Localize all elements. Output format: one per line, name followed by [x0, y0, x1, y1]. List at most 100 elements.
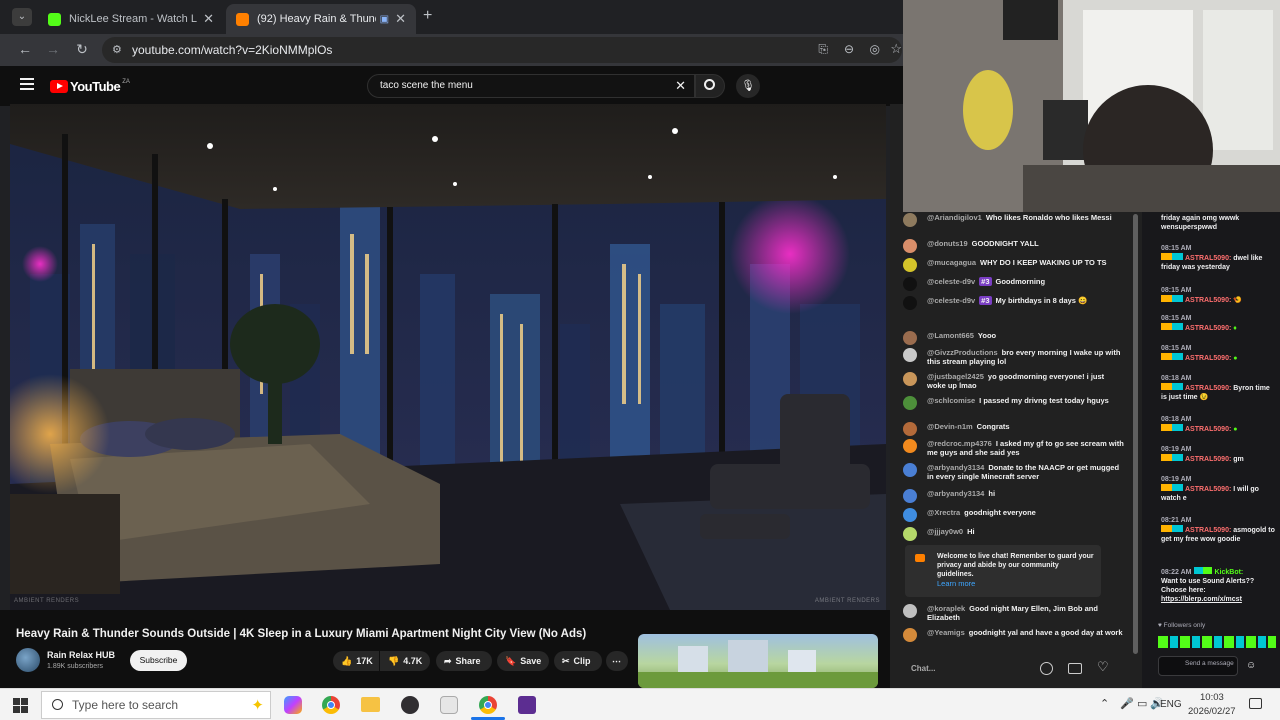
badge-icons	[1161, 484, 1183, 491]
copilot-icon[interactable]	[284, 696, 302, 714]
youtube-favicon-icon	[236, 12, 249, 26]
watermark-left: AMBIENT RENDERS	[14, 598, 80, 604]
search-input[interactable]: taco scene the menu ✕	[367, 74, 695, 98]
clock-time[interactable]: 10:03	[1200, 692, 1224, 703]
chat-message: @schlcomise I passed my drivng test today…	[903, 396, 1125, 410]
chat-scrollbar[interactable]	[1133, 214, 1138, 654]
avatar	[903, 258, 917, 272]
windows-start-icon[interactable]	[13, 698, 28, 713]
avatar	[903, 422, 917, 436]
avatar	[903, 372, 917, 386]
visual-studio-icon[interactable]	[518, 696, 536, 714]
notifications-icon[interactable]	[1249, 698, 1262, 709]
site-info-icon[interactable]: ⚙	[112, 43, 122, 56]
forward-icon[interactable]: →	[44, 41, 62, 57]
install-icon[interactable]: ⎘	[818, 42, 828, 57]
browser-tab-youtube[interactable]: (92) Heavy Rain & Thunder ▣ ✕	[226, 4, 416, 34]
video-player[interactable]: AMBIENT RENDERS AMBIENT RENDERS	[10, 104, 886, 610]
super-chat-icon[interactable]	[1068, 663, 1082, 674]
avatar	[903, 508, 917, 522]
address-bar[interactable]: ⚙ youtube.com/watch?v=2KioNMMplOs ⎘ ⊖ ◎ …	[102, 37, 902, 63]
clock-date[interactable]: 2026/02/27	[1188, 706, 1236, 717]
overlay-chat-message: 08:15 AM ASTRAL5090: ●	[1161, 345, 1238, 362]
avatar	[903, 489, 917, 503]
emote-bar[interactable]	[1158, 636, 1276, 648]
tab-list-chevron-icon[interactable]: ⌄	[12, 8, 32, 26]
avatar	[903, 527, 917, 541]
file-explorer-icon[interactable]	[361, 697, 380, 712]
search-highlight-icon: ✦	[251, 697, 264, 714]
webcam-frame	[903, 0, 1280, 212]
overlay-chat-message: 08:15 AM ASTRAL5090: 🍤	[1161, 287, 1242, 304]
avatar	[903, 277, 917, 291]
recommended-video-thumbnail[interactable]	[638, 634, 878, 688]
emote-icon: ●	[1233, 426, 1238, 433]
search-icon	[704, 79, 715, 90]
youtube-logo[interactable]: YouTube ZA	[50, 79, 130, 94]
share-icon: ➦	[444, 655, 452, 666]
browser-tab-kick[interactable]: NickLee Stream - Watch Live on ✕	[38, 4, 224, 34]
back-icon[interactable]: ←	[16, 41, 34, 57]
taskbar-search-box[interactable]: Type here to search ✦	[41, 691, 271, 719]
avatar	[903, 348, 917, 362]
blerp-link[interactable]: https://blerp.com/x/mcst	[1161, 596, 1242, 603]
member-badge: #3	[979, 277, 992, 286]
microphone-tray-icon[interactable]: 🎤	[1120, 697, 1134, 710]
snipping-tool-icon[interactable]	[440, 696, 458, 714]
avatar	[903, 296, 917, 310]
learn-more-link[interactable]: Learn more	[937, 579, 975, 588]
dislike-button[interactable]: 👎 4.7K	[380, 651, 430, 671]
clip-button[interactable]: ✂ Clip	[554, 651, 602, 671]
bookmark-icon: 🔖	[505, 655, 517, 666]
overlay-send-input[interactable]: Send a message	[1158, 656, 1238, 676]
chat-message: @justbagel2425 yo goodmorning everyone! i…	[903, 372, 1125, 390]
voice-search-button[interactable]: 🎙	[736, 74, 760, 98]
save-button[interactable]: 🔖 Save	[497, 651, 549, 671]
chrome-icon-active[interactable]	[479, 696, 497, 714]
menu-icon[interactable]	[20, 78, 34, 90]
bot-badge-icon	[1194, 567, 1213, 574]
chrome-icon[interactable]	[322, 696, 340, 714]
chat-message: @GivzzProductions bro every morning I wak…	[903, 348, 1125, 366]
bookmark-star-icon[interactable]: ☆	[890, 41, 902, 57]
chat-message: @Ariandigilov1 Who likes Ronaldo who like…	[903, 213, 1125, 227]
share-button[interactable]: ➦ Share	[436, 651, 492, 671]
member-badge: #3	[979, 296, 992, 305]
zoom-icon[interactable]: ⊖	[844, 42, 854, 56]
chat-message: @jjjay0w0 Hi	[903, 527, 1125, 541]
language-indicator[interactable]: ENG	[1160, 699, 1182, 710]
badge-icons	[1161, 353, 1183, 360]
overlay-chat-message: 08:21 AM ASTRAL5090: asmogold to get my …	[1161, 517, 1275, 543]
show-hidden-icons[interactable]: ⌃	[1100, 697, 1109, 710]
reload-icon[interactable]: ↻	[73, 41, 91, 58]
webcam-overlay	[903, 0, 1280, 212]
chat-input[interactable]: Chat...	[903, 660, 1033, 678]
heart-icon[interactable]: ♡	[1097, 659, 1109, 675]
emoji-icon[interactable]	[1040, 662, 1053, 675]
picture-in-picture-icon: ▣	[379, 13, 390, 25]
more-actions-button[interactable]: ⋯	[606, 651, 628, 671]
close-tab-icon[interactable]: ✕	[395, 11, 406, 27]
video-frame	[10, 104, 886, 610]
network-icon[interactable]: ▭	[1137, 697, 1147, 710]
heart-icon: ♥	[1158, 622, 1162, 629]
chat-message: @Yeamigs goodnight yal and have a good da…	[903, 628, 1125, 642]
chat-message: @celeste-d9v #3 My birthdays in 8 days 😀	[903, 296, 1125, 310]
badge-icons	[1161, 383, 1183, 390]
search-button[interactable]	[695, 74, 725, 98]
clear-search-icon[interactable]: ✕	[675, 78, 686, 94]
like-button[interactable]: 👍 17K	[333, 651, 379, 671]
browser-tab-bar: ⌄ NickLee Stream - Watch Live on ✕ (92) …	[0, 0, 903, 34]
close-tab-icon[interactable]: ✕	[203, 11, 214, 27]
chat-message: @Xrectra goodnight everyone	[903, 508, 1125, 522]
obs-icon[interactable]	[401, 696, 419, 714]
overlay-bot-message: 08:22 AM KickBot: Want to use Sound Alert…	[1161, 567, 1255, 603]
subscribe-button[interactable]: Subscribe	[130, 650, 187, 671]
emote-icon: ♦	[1233, 325, 1237, 332]
eye-off-icon[interactable]: ◎	[870, 42, 880, 56]
channel-avatar[interactable]	[16, 648, 40, 672]
overlay-emoji-icon[interactable]: ☺	[1246, 660, 1256, 671]
channel-name[interactable]: Rain Relax HUB	[47, 650, 115, 660]
new-tab-button[interactable]: +	[423, 7, 432, 25]
badge-icons	[1161, 295, 1183, 302]
